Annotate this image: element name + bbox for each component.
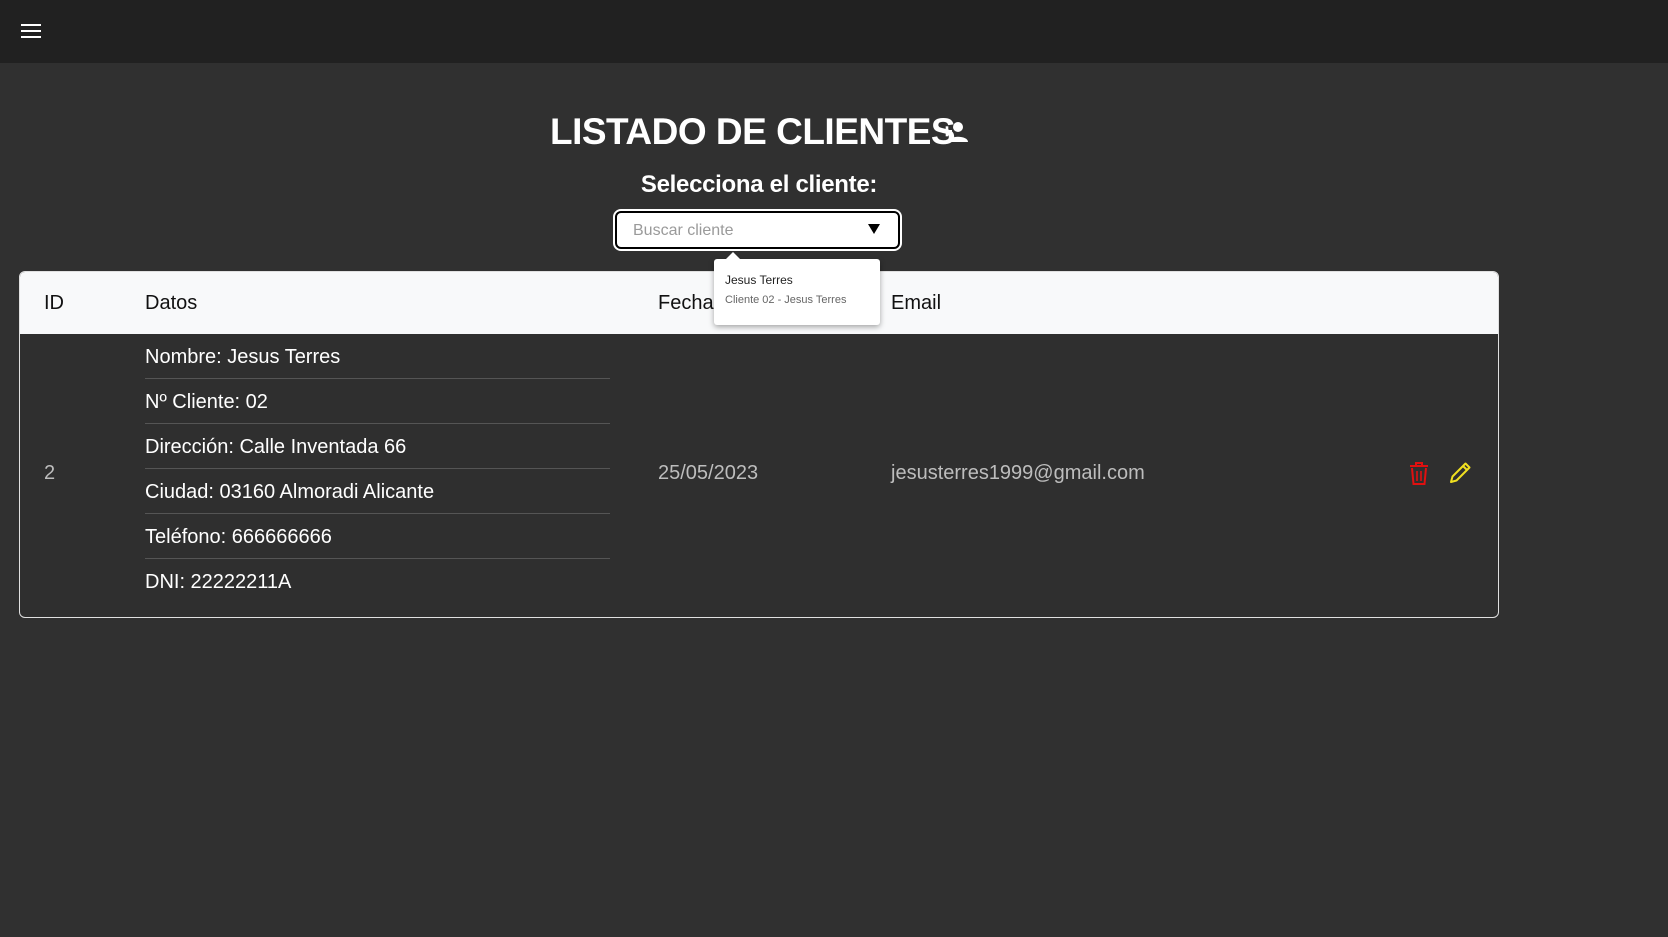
client-dropdown: Jesus Terres Cliente 02 - Jesus Terres bbox=[714, 252, 880, 325]
dropdown-option-name[interactable]: Jesus Terres bbox=[725, 273, 793, 287]
column-header-email: Email bbox=[891, 292, 942, 314]
pencil-icon[interactable] bbox=[1448, 461, 1472, 487]
select-client-label: Selecciona el cliente: bbox=[640, 171, 878, 198]
hamburger-menu-icon[interactable] bbox=[14, 17, 48, 45]
client-search-combobox[interactable] bbox=[615, 211, 900, 249]
column-header-fecha: Fecha bbox=[658, 292, 714, 314]
person-add-icon[interactable] bbox=[941, 119, 969, 145]
search-input[interactable] bbox=[631, 213, 855, 249]
triangle-down-icon[interactable] bbox=[868, 224, 880, 234]
row-id: 2 bbox=[44, 462, 56, 484]
datos-direccion: Dirección: Calle Inventada 66 bbox=[145, 424, 610, 469]
trash-icon[interactable] bbox=[1408, 461, 1432, 487]
datos-nombre: Nombre: Jesus Terres bbox=[145, 334, 610, 379]
title-row: LISTADO DE CLIENTES bbox=[0, 106, 1668, 158]
fecha-value: 25/05/2023 bbox=[658, 462, 759, 484]
datos-telefono: Teléfono: 666666666 bbox=[145, 514, 610, 559]
datos-cell: Nombre: Jesus Terres Nº Cliente: 02 Dire… bbox=[145, 334, 610, 603]
column-header-id: ID bbox=[44, 292, 64, 314]
page-title: LISTADO DE CLIENTES bbox=[550, 111, 956, 152]
datos-ciudad: Ciudad: 03160 Almoradi Alicante bbox=[145, 469, 610, 514]
top-app-bar bbox=[0, 0, 1668, 63]
datos-numero-cliente: Nº Cliente: 02 bbox=[145, 379, 610, 424]
email-value: jesusterres1999@gmail.com bbox=[891, 462, 1145, 484]
column-header-datos: Datos bbox=[145, 292, 198, 314]
datos-dni: DNI: 22222211A bbox=[145, 571, 292, 593]
dropdown-option-detail[interactable]: Cliente 02 - Jesus Terres bbox=[725, 294, 846, 306]
